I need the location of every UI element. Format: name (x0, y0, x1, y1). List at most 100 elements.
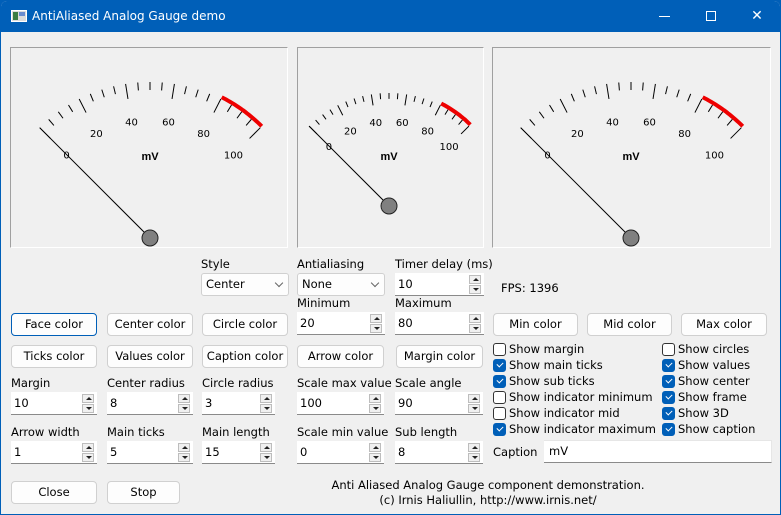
spin-up-icon[interactable] (260, 394, 272, 403)
spin-up-icon[interactable] (468, 443, 480, 452)
center-color-button[interactable]: Center color (107, 313, 193, 336)
maximum-spinner[interactable] (395, 312, 484, 335)
scale-angle-label: Scale angle (395, 376, 462, 390)
spin-down-icon[interactable] (469, 324, 481, 333)
center-radius-input[interactable] (107, 392, 175, 413)
scale-max-value-spinner[interactable] (297, 392, 384, 415)
mid-color-button[interactable]: Mid color (587, 313, 672, 336)
spin-up-icon[interactable] (469, 314, 481, 323)
checkbox-checked-icon[interactable] (493, 375, 506, 388)
main-ticks-input[interactable] (107, 441, 175, 462)
checkbox-checked-icon[interactable] (662, 407, 675, 420)
chevron-down-icon (274, 278, 284, 288)
gauge-caption: mV (622, 151, 640, 163)
minimize-button[interactable] (642, 1, 688, 32)
style-select[interactable]: Center (201, 273, 289, 296)
spin-down-icon[interactable] (82, 453, 94, 462)
scale-label: 80 (197, 129, 210, 140)
spin-down-icon[interactable] (369, 453, 381, 462)
scale-min-value-spinner[interactable] (297, 441, 384, 464)
scale-angle-spinner[interactable] (395, 392, 483, 415)
timer-delay-input[interactable] (395, 273, 466, 294)
sub-tick (57, 111, 64, 119)
sub-length-input[interactable] (395, 441, 465, 462)
spin-down-icon[interactable] (369, 404, 381, 413)
minimum-input[interactable] (297, 312, 367, 333)
maximize-button[interactable] (688, 1, 734, 32)
margin-input[interactable] (11, 392, 79, 413)
spin-up-icon[interactable] (82, 394, 94, 403)
circle-radius-spinner[interactable] (202, 392, 275, 415)
center-radius-spinner[interactable] (107, 392, 193, 415)
main-length-spinner[interactable] (202, 441, 275, 464)
close-button[interactable]: Close (11, 481, 97, 504)
arrow-width-spinner[interactable] (11, 441, 97, 464)
spin-down-icon[interactable] (82, 404, 94, 413)
close-icon: ✕ (751, 8, 763, 24)
spin-up-icon[interactable] (178, 394, 190, 403)
spin-up-icon[interactable] (469, 275, 481, 284)
stop-button[interactable]: Stop (107, 481, 180, 504)
spin-up-icon[interactable] (369, 443, 381, 452)
checkbox-unchecked-icon[interactable] (493, 391, 506, 404)
arrow-width-input[interactable] (11, 441, 79, 462)
main-tick (125, 83, 129, 100)
min-color-button[interactable]: Min color (493, 313, 578, 336)
sub-tick (226, 104, 232, 113)
spin-down-icon[interactable] (370, 324, 382, 333)
ticks-color-button[interactable]: Ticks color (11, 345, 97, 368)
spin-down-icon[interactable] (178, 404, 190, 413)
checkbox-unchecked-icon[interactable] (662, 343, 675, 356)
sub-length-spinner[interactable] (395, 441, 483, 464)
scale-max-value-input[interactable] (297, 392, 366, 413)
circle-color-button[interactable]: Circle color (202, 313, 288, 336)
scale-angle-input[interactable] (395, 392, 465, 413)
margin-color-button[interactable]: Margin color (396, 345, 483, 368)
checkbox-checked-icon[interactable] (493, 359, 506, 372)
sub-tick (322, 114, 327, 120)
face-color-button[interactable]: Face color (11, 313, 97, 336)
antialiasing-select[interactable]: None (297, 273, 385, 296)
checkbox-checked-icon[interactable] (493, 423, 506, 436)
main-tick (694, 98, 703, 113)
spin-up-icon[interactable] (468, 394, 480, 403)
spin-down-icon[interactable] (178, 453, 190, 462)
spin-down-icon[interactable] (260, 453, 272, 462)
scale-label: 40 (606, 117, 619, 128)
maximum-input[interactable] (395, 312, 466, 333)
checkbox-checked-icon[interactable] (662, 359, 675, 372)
timer-delay-spinner[interactable] (395, 273, 484, 296)
arrow-color-button[interactable]: Arrow color (297, 345, 384, 368)
spin-up-icon[interactable] (82, 443, 94, 452)
sub-tick (236, 111, 243, 119)
spin-down-icon[interactable] (469, 285, 481, 294)
checkbox-checked-icon[interactable] (662, 391, 675, 404)
close-window-button[interactable]: ✕ (734, 1, 780, 32)
spin-down-icon[interactable] (260, 404, 272, 413)
checkbox-unchecked-icon[interactable] (493, 407, 506, 420)
caption-input[interactable]: mV (544, 440, 772, 463)
sub-tick (529, 119, 536, 126)
margin-spinner[interactable] (11, 392, 97, 415)
main-ticks-label: Main ticks (107, 425, 165, 439)
spin-up-icon[interactable] (260, 443, 272, 452)
checkbox-checked-icon[interactable] (662, 423, 675, 436)
checkbox-unchecked-icon[interactable] (493, 343, 506, 356)
spin-down-icon[interactable] (468, 453, 480, 462)
spin-up-icon[interactable] (369, 394, 381, 403)
spin-down-icon[interactable] (468, 404, 480, 413)
caption-color-button[interactable]: Caption color (202, 345, 288, 368)
spin-up-icon[interactable] (370, 314, 382, 323)
values-color-button[interactable]: Values color (107, 345, 193, 368)
scale-min-value-input[interactable] (297, 441, 366, 462)
checkbox-checked-icon[interactable] (662, 375, 675, 388)
main-ticks-spinner[interactable] (107, 441, 193, 464)
checkbox-label: Show center (678, 374, 750, 388)
minimum-spinner[interactable] (297, 312, 385, 335)
checkbox-label: Show margin (509, 342, 585, 356)
circle-radius-input[interactable] (202, 392, 257, 413)
arrow-width-label: Arrow width (11, 425, 80, 439)
main-length-input[interactable] (202, 441, 257, 462)
spin-up-icon[interactable] (178, 443, 190, 452)
max-color-button[interactable]: Max color (681, 313, 767, 336)
